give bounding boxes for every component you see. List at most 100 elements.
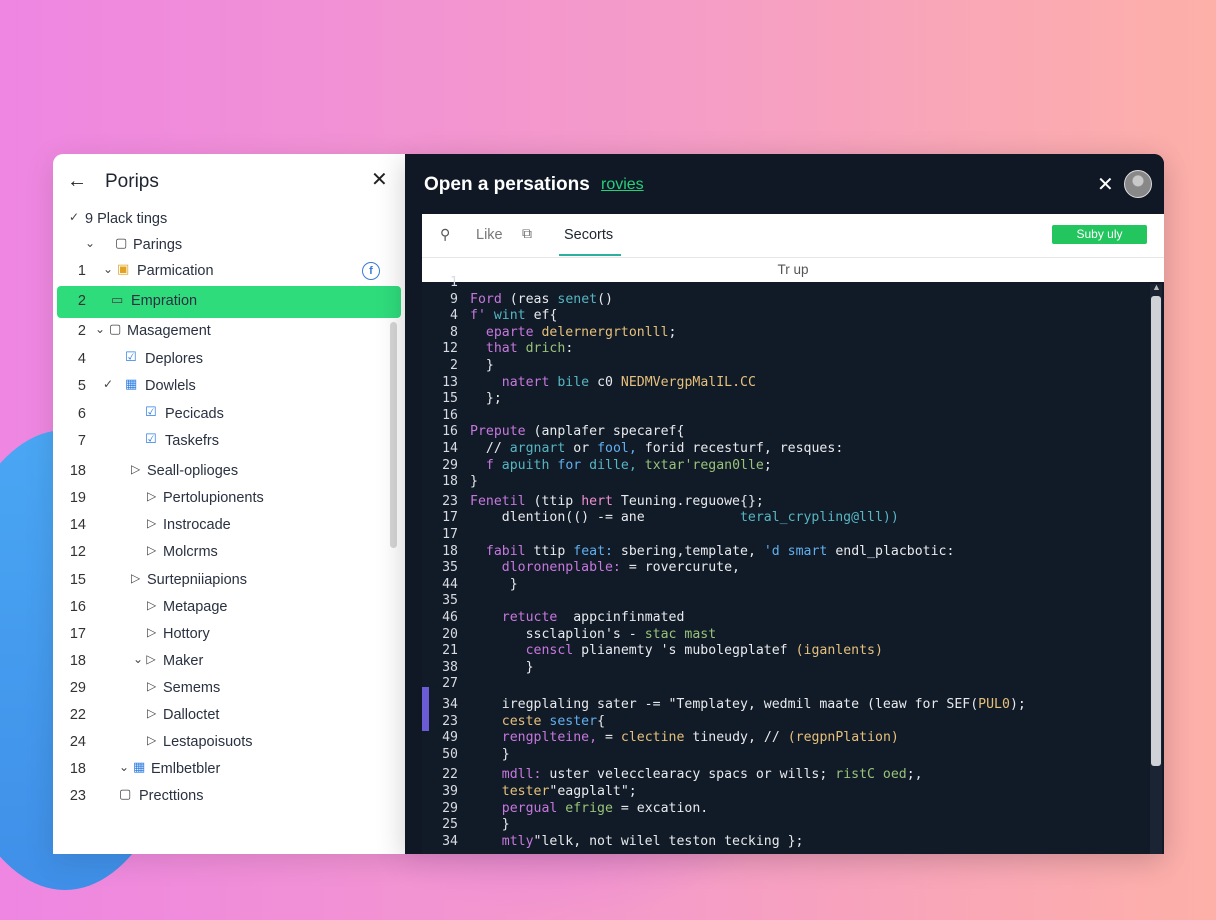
tree-row[interactable]: 1 ⌄ ▣ Parmication [53, 258, 405, 285]
tree-row[interactable]: 22 ▷ Dalloctet [53, 702, 405, 729]
tree-row[interactable]: 15 ▷ Surtepniiapions [53, 567, 405, 594]
tree-row-number: 23 [69, 788, 86, 804]
tree-row[interactable]: 18 ⌄ ▦ Emlbetbler [53, 756, 405, 783]
line-number: 16 [442, 407, 458, 423]
suby-button[interactable]: Suby uly [1052, 225, 1147, 244]
code-line[interactable]: } [470, 660, 534, 675]
close-icon[interactable]: ✕ [1097, 172, 1114, 197]
line-number: 22 [442, 767, 458, 783]
chevron-icon[interactable]: ▷ [147, 543, 156, 557]
line-number: 18 [442, 474, 458, 490]
tree-row[interactable]: 14 ▷ Instrocade [53, 512, 405, 539]
tree-row[interactable]: 2 ▭ Empration [57, 286, 401, 318]
code-line[interactable]: Fenetil (ttip hert Teuning.reguowe{}; [470, 494, 764, 509]
line-number: 15 [442, 391, 458, 407]
code-line[interactable]: mdll: uster velecclearacy spacs or wills… [470, 767, 923, 782]
chevron-icon[interactable]: ▷ [147, 706, 156, 720]
chevron-icon[interactable]: ▷ [147, 489, 156, 503]
tree-row[interactable]: 17 ▷ Hottory [53, 621, 405, 648]
chevron-icon[interactable]: ▷ [131, 462, 140, 476]
tree-row-label: Surtepniiapions [147, 572, 247, 588]
chevron-icon[interactable]: ▷ [147, 625, 156, 639]
chevron-icon[interactable]: ▷ [147, 598, 156, 612]
chevron-icon[interactable]: ▷ [147, 733, 156, 747]
code-line[interactable]: natert bile c0 NEDMVergpMalIL.CC [470, 375, 756, 390]
code-line[interactable]: dlention(() -= ane teral_crypling@lll)) [470, 510, 899, 525]
code-line[interactable]: f apuith for dille, txtar'regan0lle; [470, 458, 772, 473]
code-line[interactable]: ceste sester{ [470, 714, 605, 729]
code-line[interactable]: f' wint ef{ [470, 308, 557, 323]
code-line[interactable]: that drich: [470, 341, 573, 356]
tree-row-label: Masagement [127, 323, 211, 339]
chevron-icon[interactable]: ⌄ [103, 262, 113, 276]
code-line[interactable]: }; [470, 391, 502, 406]
code-line[interactable]: censcl plianemty 's mubolegplatef (iganl… [470, 643, 883, 658]
code-line[interactable]: } [470, 817, 510, 832]
tree-row[interactable]: 7 ☑ Taskefrs [53, 428, 405, 455]
like-button[interactable]: Like [476, 227, 503, 243]
chevron-icon[interactable]: ⌄ ▷ [133, 652, 156, 666]
code-line[interactable]: rengplteine, = clectine tineudy, // (reg… [470, 730, 899, 745]
tree-row[interactable]: 23 ▢ Precttions [53, 783, 405, 810]
tree-row[interactable]: 16 ▷ Metapage [53, 594, 405, 621]
tree-row[interactable]: 29 ▷ Semems [53, 675, 405, 702]
code-line[interactable]: } [470, 474, 478, 489]
tree-row-label: Hottory [163, 626, 210, 642]
code-line[interactable]: // argnart or fool, forid recesturf, res… [470, 441, 843, 456]
code-line[interactable]: fabil ttip feat: sbering,template, 'd sm… [470, 544, 955, 559]
tree-row[interactable]: 18 ▷ Seall-oplioges [53, 458, 405, 485]
tree-row[interactable]: ⌄ ▢ Parings [53, 232, 405, 259]
code-line[interactable]: } [470, 747, 510, 762]
tree-row-number: 12 [69, 544, 86, 560]
tree-row[interactable]: 2 ⌄ ▢ Masagement [53, 318, 405, 345]
arrow-left-icon[interactable]: ← [67, 170, 87, 192]
chevron-icon[interactable]: ✓ [69, 210, 79, 224]
chevron-icon[interactable]: ⌄ [85, 236, 95, 250]
code-line[interactable]: } [470, 358, 494, 373]
code-line[interactable]: } [470, 577, 518, 592]
facebook-icon[interactable]: f [362, 262, 380, 280]
code-line[interactable]: Ford (reas senet() [470, 292, 613, 307]
tree-row[interactable]: ✓ 9 Plack tings [53, 206, 405, 233]
code-line[interactable]: retucte appcinfinmated [470, 610, 685, 625]
code-line[interactable]: iregplaling sater -= "Templatey, wedmil … [470, 697, 1026, 712]
chevron-icon[interactable]: ▷ [147, 516, 156, 530]
code-line[interactable]: mtly"lelk, not wilel teston tecking }; [470, 834, 804, 849]
tab-secorts[interactable]: Secorts [564, 227, 613, 243]
tree-scrollbar[interactable] [390, 322, 397, 548]
tree-row-label: Instrocade [163, 517, 231, 533]
chevron-icon[interactable]: ⌄ [119, 760, 129, 774]
tree-row-label: Maker [163, 653, 204, 669]
chevron-icon[interactable]: ▷ [131, 571, 140, 585]
code-line[interactable]: dloronenplable: = rovercurute, [470, 560, 740, 575]
tree-row[interactable]: 6 ☑ Pecicads [53, 401, 405, 428]
tree-row[interactable]: 4 ☑ Deplores [53, 346, 405, 373]
tree-row-label: Taskefrs [165, 433, 219, 449]
code-line[interactable]: Prepute (anplafer specaref{ [470, 424, 684, 439]
chevron-icon[interactable]: ⌄ [95, 322, 105, 336]
chevron-icon[interactable]: ▷ [147, 679, 156, 693]
tree-row-number: 4 [77, 351, 86, 367]
close-icon[interactable]: ✕ [371, 169, 388, 191]
line-number: 29 [442, 457, 458, 473]
tree-row[interactable]: 18 ⌄ ▷ Maker [53, 648, 405, 675]
code-line[interactable]: eparte delernergrtonlll; [470, 325, 677, 340]
code-line[interactable]: tester"eagplalt"; [470, 784, 637, 799]
avatar[interactable] [1124, 170, 1152, 198]
code-line[interactable]: pergual efrige = excation. [470, 801, 708, 816]
code-line[interactable]: ssclaplion's - stac mast [470, 627, 717, 642]
search-icon[interactable]: ⚲ [440, 226, 450, 243]
copy-icon[interactable]: ⧉ [522, 225, 532, 242]
scroll-up-icon[interactable]: ▲ [1152, 282, 1161, 292]
tree-row[interactable]: 19 ▷ Pertolupionents [53, 485, 405, 512]
code-editor[interactable]: 1 9 Ford (reas senet() 4 f' wint ef{8 eparte… [422, 275, 1164, 854]
tree-row[interactable]: 24 ▷ Lestapoisuots [53, 729, 405, 756]
tree-row[interactable]: 5 ✓ ▦ Dowlels [53, 373, 405, 400]
code-area[interactable]: 1 9 Ford (reas senet() 4 f' wint ef{8 eparte… [422, 275, 1148, 854]
tree-row[interactable]: 12 ▷ Molcrms [53, 539, 405, 566]
line-number: 50 [442, 746, 458, 762]
header-link[interactable]: rovies [601, 176, 644, 194]
chevron-icon[interactable]: ✓ [103, 377, 113, 391]
editor-scrollbar-thumb[interactable] [1151, 296, 1161, 766]
tree-row-label: Dowlels [145, 378, 196, 394]
